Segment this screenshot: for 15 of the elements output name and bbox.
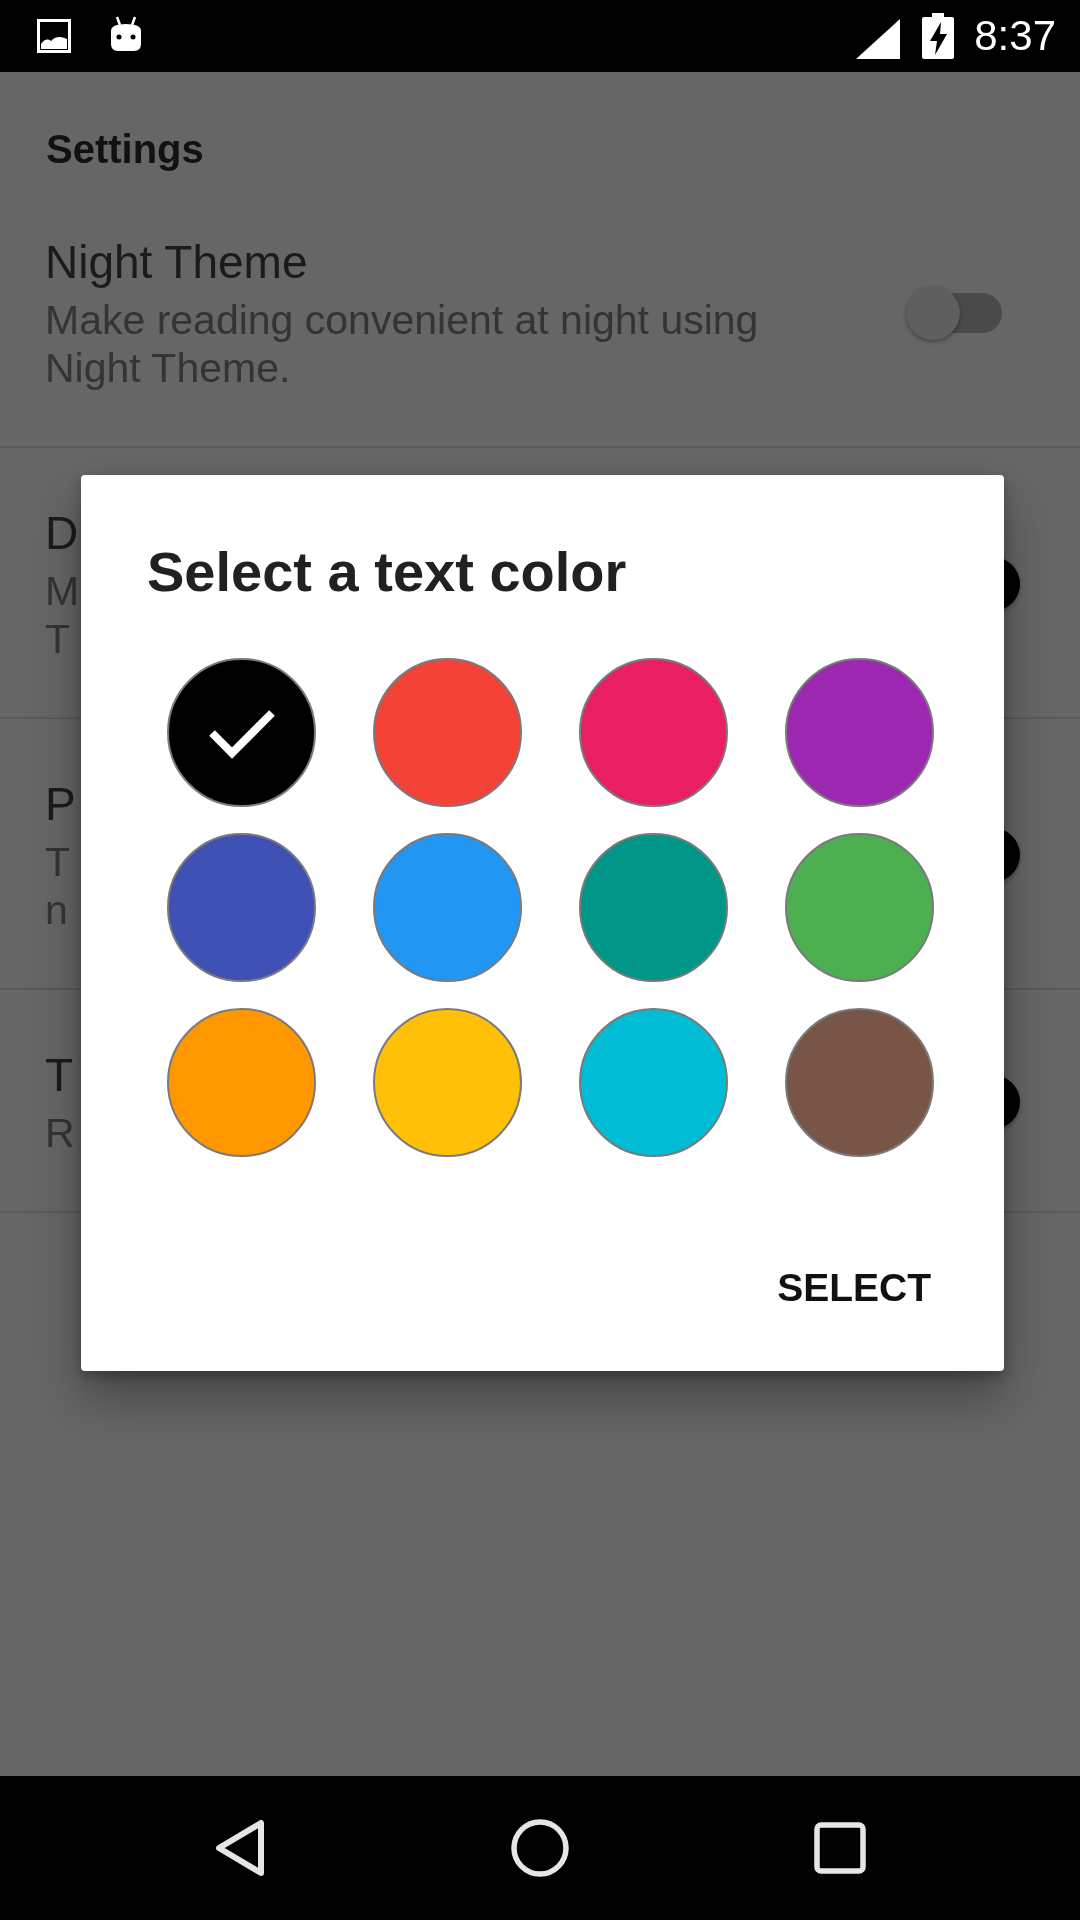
setting-title: D bbox=[45, 506, 79, 561]
signal-icon bbox=[856, 19, 901, 59]
home-icon[interactable] bbox=[511, 1819, 569, 1877]
recents-icon[interactable] bbox=[814, 1822, 866, 1874]
back-icon[interactable] bbox=[214, 1819, 266, 1877]
setting-title: Night Theme bbox=[45, 235, 308, 290]
select-button[interactable]: SELECT bbox=[761, 1244, 947, 1332]
dialog-title: Select a text color bbox=[147, 539, 627, 605]
robot-head-icon bbox=[108, 16, 144, 52]
setting-title: P bbox=[45, 777, 76, 832]
battery-charging-icon bbox=[922, 13, 955, 59]
setting-title: T bbox=[45, 1048, 74, 1103]
image-icon bbox=[37, 19, 71, 53]
clock-time: 8:37 bbox=[974, 12, 1056, 60]
section-header: Settings bbox=[46, 126, 204, 172]
